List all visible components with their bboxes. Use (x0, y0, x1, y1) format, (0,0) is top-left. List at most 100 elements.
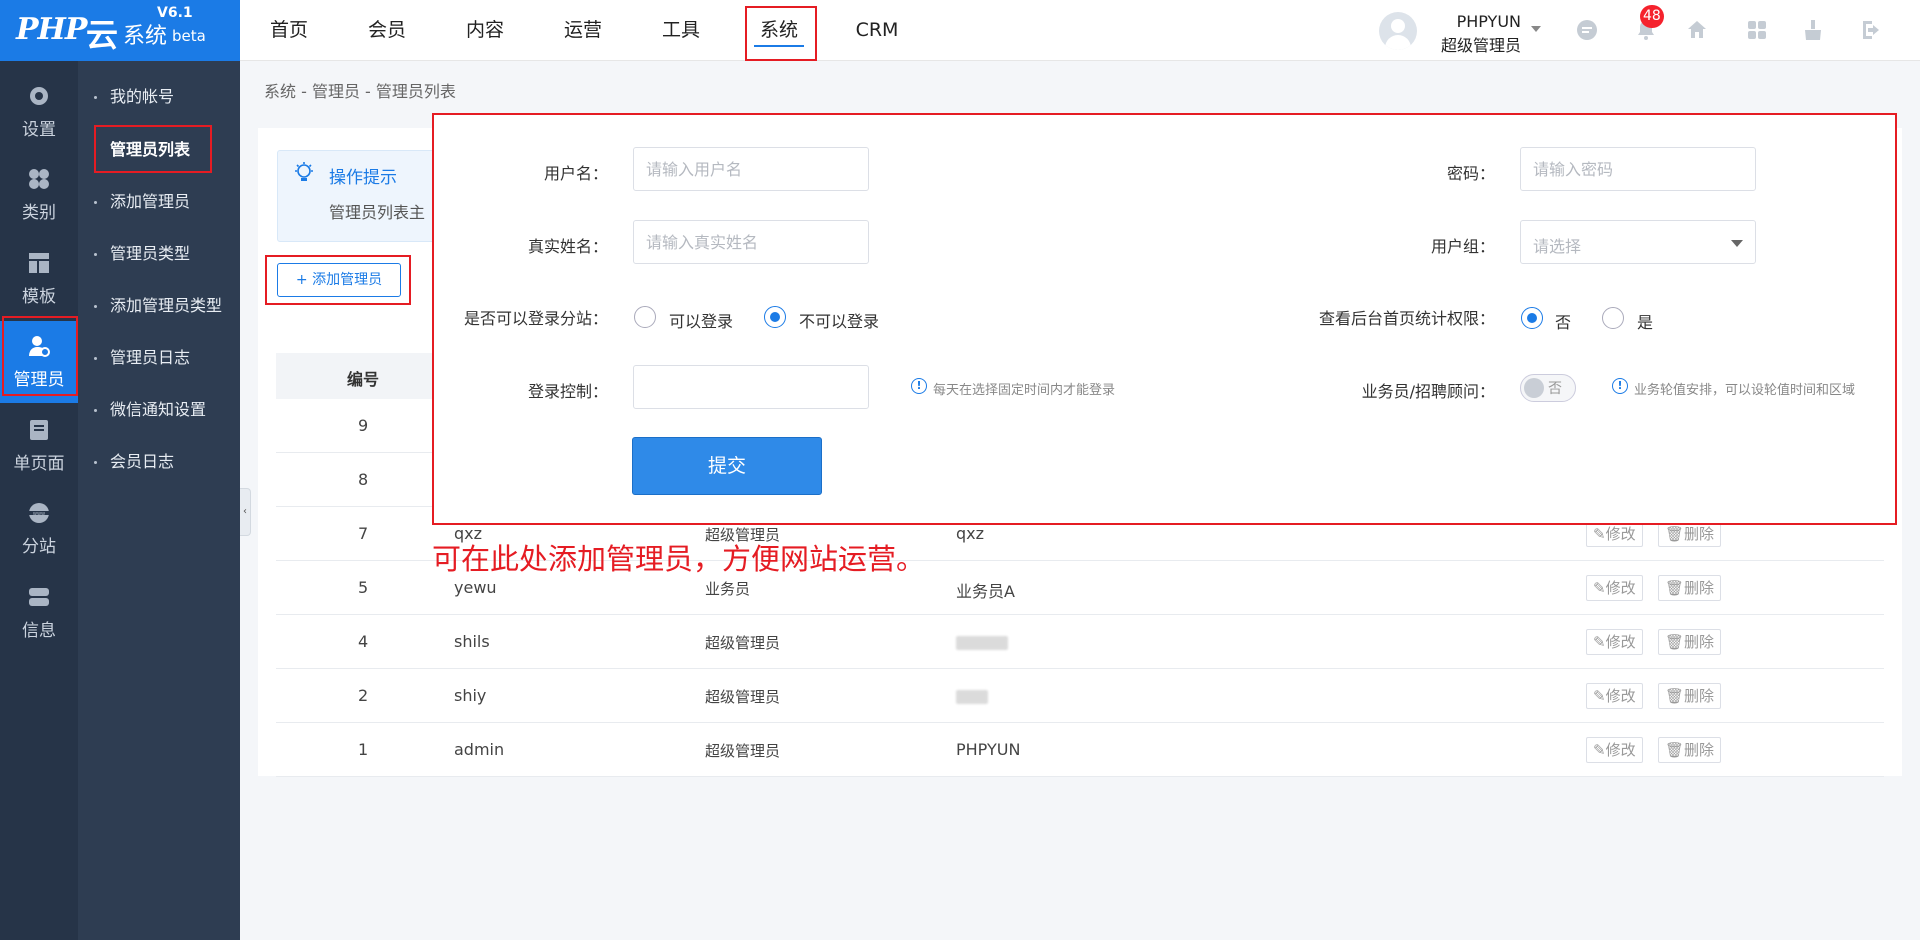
delete-label: 删除 (1684, 687, 1715, 705)
edit-label: 修改 (1605, 633, 1636, 651)
sidebar-item-settings[interactable]: 设置 (0, 71, 78, 153)
stats-yes-radio[interactable] (1602, 307, 1624, 329)
notification-badge: 48 (1640, 5, 1664, 28)
cell-username: shiy (454, 686, 487, 705)
sub-sidebar: 我的帐号 管理员列表 添加管理员 管理员类型 添加管理员类型 管理员日志 微信通… (78, 61, 240, 940)
subnav-my-account[interactable]: 我的帐号 (78, 77, 240, 117)
sales-label: 业务员/招聘顾问： (1361, 382, 1495, 401)
nav-crm[interactable]: CRM (828, 0, 926, 61)
substation-yes-radio[interactable] (634, 306, 656, 328)
home-icon[interactable] (1684, 18, 1710, 44)
bullet (94, 253, 97, 256)
collapse-sidebar-button[interactable]: ‹ (240, 488, 251, 536)
logout-icon[interactable] (1858, 18, 1884, 44)
nav-members[interactable]: 会员 (338, 0, 436, 61)
sales-toggle[interactable]: 否 (1520, 374, 1576, 402)
subnav-wechat-notify[interactable]: 微信通知设置 (78, 390, 240, 430)
edit-button[interactable]: ✎修改 (1586, 683, 1643, 709)
cell-id: 9 (358, 416, 369, 435)
info-circle-icon: ! (1612, 378, 1628, 394)
substation-no-radio[interactable] (764, 306, 786, 328)
subnav-label: 管理员日志 (110, 348, 191, 367)
stats-yes-label[interactable]: 是 (1637, 309, 1653, 333)
cell-id: 4 (358, 632, 369, 651)
delete-button[interactable]: 🗑删除 (1658, 737, 1722, 763)
cell-group: 超级管理员 (705, 742, 781, 760)
password-label: 密码： (1446, 164, 1495, 183)
cell-group: 超级管理员 (705, 634, 781, 652)
sidebar-item-single-page[interactable]: 单页面 (0, 405, 78, 487)
substation-yes-label[interactable]: 可以登录 (669, 308, 733, 332)
sidebar-item-info[interactable]: 信息 (0, 572, 78, 654)
redacted-realname (956, 636, 1008, 650)
subnav-add-admin[interactable]: 添加管理员 (78, 182, 240, 222)
bullet (94, 201, 97, 204)
nav-operations[interactable]: 运营 (534, 0, 632, 61)
message-icon[interactable] (1574, 18, 1600, 44)
globe-icon: www (28, 502, 50, 524)
sidebar-item-label: 单页面 (13, 454, 65, 474)
cell-id: 8 (358, 470, 369, 489)
sidebar-item-label: 模板 (22, 287, 56, 307)
bullet (94, 305, 97, 308)
redacted-realname (956, 690, 988, 704)
logo-system: 系统 (123, 24, 168, 49)
cell-group: 业务员 (705, 580, 751, 598)
edit-label: 修改 (1605, 741, 1636, 759)
group-label: 用户组： (1430, 237, 1495, 256)
tip-title: 操作提示 (329, 168, 397, 188)
realname-input[interactable] (633, 220, 869, 264)
info-icon (28, 586, 50, 608)
submit-button[interactable]: 提交 (632, 437, 822, 495)
substation-no-label[interactable]: 不可以登录 (799, 308, 879, 332)
sidebar-item-label: 设置 (22, 120, 56, 140)
bullet (94, 409, 97, 412)
nav-tools[interactable]: 工具 (632, 0, 730, 61)
delete-button[interactable]: 🗑删除 (1658, 683, 1722, 709)
subnav-admin-log[interactable]: 管理员日志 (78, 338, 240, 378)
delete-button[interactable]: 🗑删除 (1658, 575, 1722, 601)
category-icon (28, 168, 50, 190)
cell-username: yewu (454, 578, 497, 597)
subnav-admin-type[interactable]: 管理员类型 (78, 234, 240, 274)
edit-label: 修改 (1605, 525, 1636, 543)
sidebar-item-label: 分站 (22, 537, 56, 557)
tip-text: 管理员列表主 (329, 203, 426, 222)
stats-no-radio[interactable] (1521, 307, 1543, 329)
password-input[interactable] (1520, 147, 1756, 191)
highlight-sidebar-admin (2, 316, 78, 396)
logo-yun: 云 (86, 16, 119, 54)
login-control-input[interactable] (633, 365, 869, 409)
sidebar-item-substation[interactable]: www 分站 (0, 488, 78, 570)
stats-no-label[interactable]: 否 (1555, 309, 1571, 333)
page-icon (28, 419, 50, 441)
user-name: PHPYUN (1456, 12, 1521, 31)
sidebar-item-template[interactable]: 模板 (0, 238, 78, 320)
login-control-label: 登录控制： (527, 382, 608, 401)
nav-home[interactable]: 首页 (240, 0, 338, 61)
edit-button[interactable]: ✎修改 (1586, 575, 1643, 601)
username-label: 用户名： (543, 164, 608, 183)
highlight-nav-system (745, 6, 817, 61)
delete-button[interactable]: 🗑删除 (1658, 629, 1722, 655)
info-circle-icon: ! (911, 378, 927, 394)
logo[interactable]: PHP 云 系统 V6.1 beta (0, 0, 240, 61)
chevron-down-icon (1731, 240, 1743, 247)
apps-icon[interactable] (1744, 18, 1770, 44)
highlight-add-button (265, 255, 411, 305)
cell-id: 5 (358, 578, 369, 597)
cell-id: 1 (358, 740, 369, 759)
clear-cache-icon[interactable] (1800, 18, 1826, 44)
delete-label: 删除 (1684, 741, 1715, 759)
group-select-value: 请选择 (1533, 237, 1582, 256)
sidebar-item-category[interactable]: 类别 (0, 154, 78, 236)
username-input[interactable] (633, 147, 869, 191)
cell-id: 7 (358, 524, 369, 543)
edit-button[interactable]: ✎修改 (1586, 737, 1643, 763)
group-select[interactable]: 请选择 (1520, 220, 1756, 264)
subnav-add-admin-type[interactable]: 添加管理员类型 (78, 286, 240, 326)
edit-button[interactable]: ✎修改 (1586, 629, 1643, 655)
nav-content[interactable]: 内容 (436, 0, 534, 61)
subnav-member-log[interactable]: 会员日志 (78, 442, 240, 482)
sales-hint: 业务轮值安排，可以设轮值时间和区域 (1634, 383, 1856, 398)
